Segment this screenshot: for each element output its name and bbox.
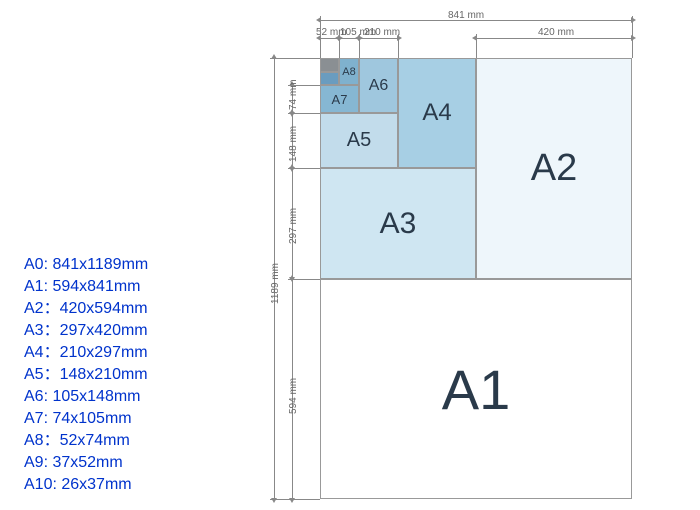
sheet-a8: A8 (339, 58, 359, 85)
tick-line (398, 34, 399, 58)
sheet-a6: A6 (359, 58, 398, 113)
legend-item: A4：210x297mm (24, 342, 148, 364)
legend-item: A8：52x74mm (24, 430, 148, 452)
sheet-label: A6 (369, 77, 389, 95)
legend-item: A5：148x210mm (24, 364, 148, 386)
tick-line (270, 499, 320, 500)
legend-item: A10: 26x37mm (24, 474, 148, 496)
size-legend: A0: 841x1189mm A1: 594x841mm A2：420x594m… (24, 254, 148, 496)
tick-line (632, 16, 633, 58)
sheet-small (320, 72, 339, 85)
tick-line (476, 34, 477, 58)
sheet-label: A5 (347, 129, 371, 152)
paper-size-diagram: 841 mm 52 mm 105 mm 210 mm 420 mm 1189 m… (248, 14, 680, 500)
tick-line (320, 16, 321, 58)
legend-item: A0: 841x1189mm (24, 254, 148, 276)
tick-line (359, 34, 360, 58)
tick-line (288, 168, 320, 169)
sheet-label: A3 (380, 207, 417, 241)
dim-label-148: 148 mm (288, 126, 299, 162)
sheet-a5: A5 (320, 113, 398, 168)
legend-item: A6: 105x148mm (24, 386, 148, 408)
legend-item: A7: 74x105mm (24, 408, 148, 430)
sheet-a7: A7 (320, 85, 359, 113)
sheet-label: A1 (442, 357, 511, 422)
dim-label-420: 420 mm (538, 27, 574, 38)
legend-item: A9: 37x52mm (24, 452, 148, 474)
tick-line (270, 58, 320, 59)
sheet-label: A7 (332, 92, 348, 107)
dim-label-297: 297 mm (288, 208, 299, 244)
sheet-label: A2 (531, 147, 577, 190)
dim-label-841: 841 mm (448, 10, 484, 21)
legend-item: A1: 594x841mm (24, 276, 148, 298)
legend-item: A2：420x594mm (24, 298, 148, 320)
tick-line (288, 279, 320, 280)
tick-line (288, 85, 320, 86)
sheet-a4: A4 (398, 58, 476, 168)
dim-label-210: 210 mm (364, 27, 400, 38)
sheet-a1: A1 (320, 279, 632, 499)
legend-item: A3：297x420mm (24, 320, 148, 342)
tick-line (288, 113, 320, 114)
dim-label-594: 594 mm (288, 378, 299, 414)
dim-label-1189: 1189 mm (270, 263, 281, 304)
tick-line (339, 34, 340, 58)
dim-line-420 (476, 38, 632, 39)
sheet-a2: A2 (476, 58, 632, 279)
sheet-label: A4 (422, 99, 451, 127)
sheet-a3: A3 (320, 168, 476, 279)
sheet-a9-a10 (320, 58, 339, 72)
dim-line-210 (359, 38, 398, 39)
sheet-label: A8 (342, 66, 355, 78)
